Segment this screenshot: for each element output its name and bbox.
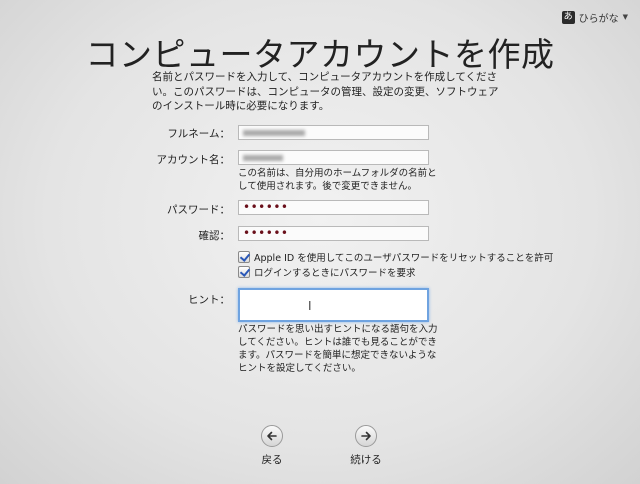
password-field[interactable]: ••••••: [238, 200, 429, 215]
hint-field[interactable]: I: [238, 288, 429, 322]
fullname-field[interactable]: [238, 125, 429, 140]
verify-field[interactable]: ••••••: [238, 226, 429, 241]
hint-note: パスワードを思い出すヒントになる語句を入力 してください。ヒントは誰でも見ること…: [238, 323, 438, 375]
fullname-value-blurred: [243, 130, 305, 136]
require-password-checkbox[interactable]: [238, 266, 250, 278]
reset-with-appleid-option[interactable]: Apple ID を使用してこのユーザパスワードをリセットすることを許可: [238, 250, 553, 264]
fullname-label: フルネーム：: [167, 128, 230, 140]
note-line: して使用されます。後で変更できません。: [238, 181, 417, 192]
text-cursor-icon: I: [308, 299, 312, 313]
require-password-option[interactable]: ログインするときにパスワードを要求: [238, 265, 416, 279]
input-mode-label: ひらがな: [578, 13, 619, 25]
back-arrow-icon: [261, 425, 283, 447]
hint-label: ヒント：: [188, 294, 230, 306]
description: 名前とパスワードを入力して、コンピュータアカウントを作成してくださ い。このパス…: [152, 70, 532, 114]
password-label: パスワード：: [167, 204, 230, 216]
continue-button[interactable]: 続ける: [336, 425, 396, 467]
back-button[interactable]: 戻る: [242, 425, 302, 467]
forward-arrow-icon: [355, 425, 377, 447]
note-line: してください。ヒントは誰でも見ることができ: [238, 337, 437, 348]
reset-with-appleid-label: Apple ID を使用してこのユーザパスワードをリセットすることを許可: [254, 253, 554, 264]
continue-label: 続ける: [350, 454, 382, 466]
page-title: コンピュータアカウントを作成: [85, 35, 555, 74]
verify-label: 確認：: [198, 230, 231, 242]
description-line: い。このパスワードは、コンピュータの管理、設定の変更、ソフトウェア: [152, 85, 499, 98]
account-name-field[interactable]: [238, 150, 429, 165]
account-name-label: アカウント名：: [156, 154, 231, 166]
account-name-note: この名前は、自分用のホームフォルダの名前と して使用されます。後で変更できません…: [238, 167, 438, 193]
note-line: ヒントを設定してください。: [238, 363, 361, 374]
reset-with-appleid-checkbox[interactable]: [238, 251, 250, 263]
note-line: この名前は、自分用のホームフォルダの名前と: [238, 168, 437, 179]
input-mode-badge: あ: [561, 10, 575, 24]
note-line: パスワードを思い出すヒントになる語句を入力: [238, 324, 438, 335]
note-line: ます。パスワードを簡単に想定できないような: [238, 350, 437, 361]
description-line: のインストール時に必要になります。: [152, 100, 330, 112]
back-label: 戻る: [261, 454, 283, 466]
require-password-label: ログインするときにパスワードを要求: [254, 268, 416, 279]
description-line: 名前とパスワードを入力して、コンピュータアカウントを作成してくださ: [152, 71, 498, 83]
account-name-value-blurred: [243, 155, 283, 161]
input-menu[interactable]: あ ひらがな ▼: [561, 9, 628, 25]
chevron-down-icon: ▼: [622, 13, 628, 21]
